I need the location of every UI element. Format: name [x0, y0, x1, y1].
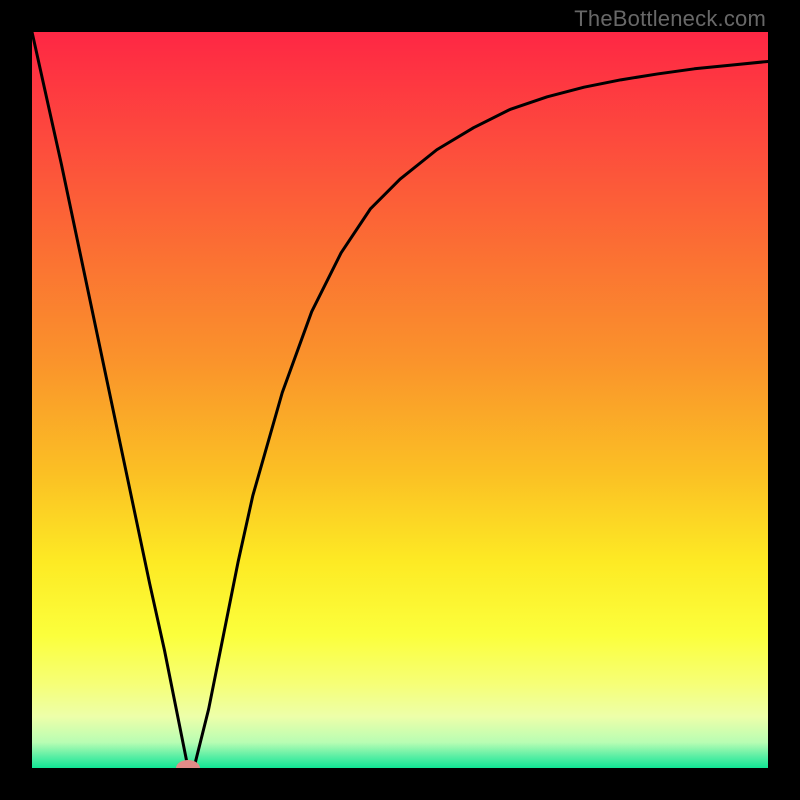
watermark-text: TheBottleneck.com	[574, 6, 766, 32]
curve-layer	[32, 32, 768, 768]
chart-frame: TheBottleneck.com	[0, 0, 800, 800]
bottleneck-curve	[32, 32, 768, 768]
plot-area	[32, 32, 768, 768]
